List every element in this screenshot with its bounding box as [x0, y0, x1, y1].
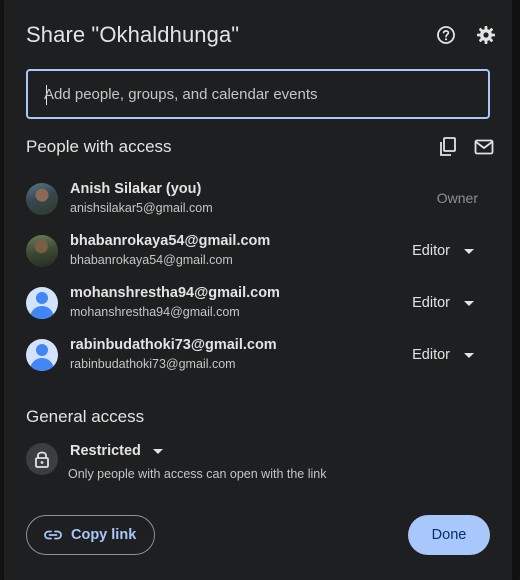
- add-people-input[interactable]: [44, 71, 474, 117]
- dropdown-arrow-icon: [464, 352, 474, 358]
- help-circle-icon[interactable]: [435, 24, 457, 46]
- avatar: [26, 287, 58, 319]
- general-access-setting: Restricted: [70, 443, 141, 459]
- dropdown-arrow-icon: [152, 448, 163, 454]
- owner-role-label: Owner: [436, 190, 478, 206]
- person-row: mohanshrestha94@gmail.com mohanshrestha9…: [26, 285, 492, 325]
- role-label: Editor: [412, 243, 450, 259]
- avatar: [26, 183, 58, 215]
- person-row: bhabanrokaya54@gmail.com bhabanrokaya54@…: [26, 233, 492, 273]
- person-row: Anish Silakar (you) anishsilakar5@gmail.…: [26, 181, 492, 221]
- person-email: anishsilakar5@gmail.com: [70, 201, 213, 215]
- default-avatar-head: [36, 344, 48, 356]
- link-icon: [44, 530, 62, 540]
- person-email: bhabanrokaya54@gmail.com: [70, 253, 233, 267]
- avatar: [26, 235, 58, 267]
- email-icon[interactable]: [473, 136, 495, 158]
- person-row: rabinbudathoki73@gmail.com rabinbudathok…: [26, 337, 492, 377]
- person-email: rabinbudathoki73@gmail.com: [70, 357, 236, 371]
- people-with-access-heading: People with access: [26, 137, 172, 156]
- done-button[interactable]: Done: [408, 515, 490, 555]
- dialog-right-edge: [512, 0, 520, 580]
- add-people-field[interactable]: [26, 69, 490, 119]
- role-dropdown[interactable]: Editor: [412, 341, 474, 369]
- general-access-description: Only people with access can open with th…: [68, 467, 327, 481]
- copy-emails-icon[interactable]: [437, 136, 459, 158]
- person-email: mohanshrestha94@gmail.com: [70, 305, 240, 319]
- default-avatar-head: [36, 292, 48, 304]
- role-label: Editor: [412, 347, 450, 363]
- dropdown-arrow-icon: [464, 248, 474, 254]
- dialog-left-edge: [0, 0, 4, 580]
- general-access-dropdown[interactable]: Restricted: [70, 443, 163, 459]
- person-name: Anish Silakar (you): [70, 181, 202, 197]
- avatar: [26, 339, 58, 371]
- gear-icon[interactable]: [475, 24, 497, 46]
- lock-icon: [26, 443, 58, 475]
- role-dropdown[interactable]: Editor: [412, 237, 474, 265]
- person-name: rabinbudathoki73@gmail.com: [70, 337, 277, 353]
- person-name: bhabanrokaya54@gmail.com: [70, 233, 271, 249]
- dialog-title: Share "Okhaldhunga": [26, 22, 240, 47]
- person-name: mohanshrestha94@gmail.com: [70, 285, 280, 301]
- role-dropdown[interactable]: Editor: [412, 289, 474, 317]
- general-access-heading: General access: [26, 407, 145, 426]
- role-label: Editor: [412, 295, 450, 311]
- dropdown-arrow-icon: [464, 300, 474, 306]
- default-avatar-body: [30, 306, 54, 319]
- copy-link-label: Copy link: [71, 527, 137, 543]
- share-dialog: Share "Okhaldhunga" People: [0, 0, 520, 580]
- default-avatar-body: [30, 358, 54, 371]
- copy-link-button[interactable]: Copy link: [26, 515, 155, 555]
